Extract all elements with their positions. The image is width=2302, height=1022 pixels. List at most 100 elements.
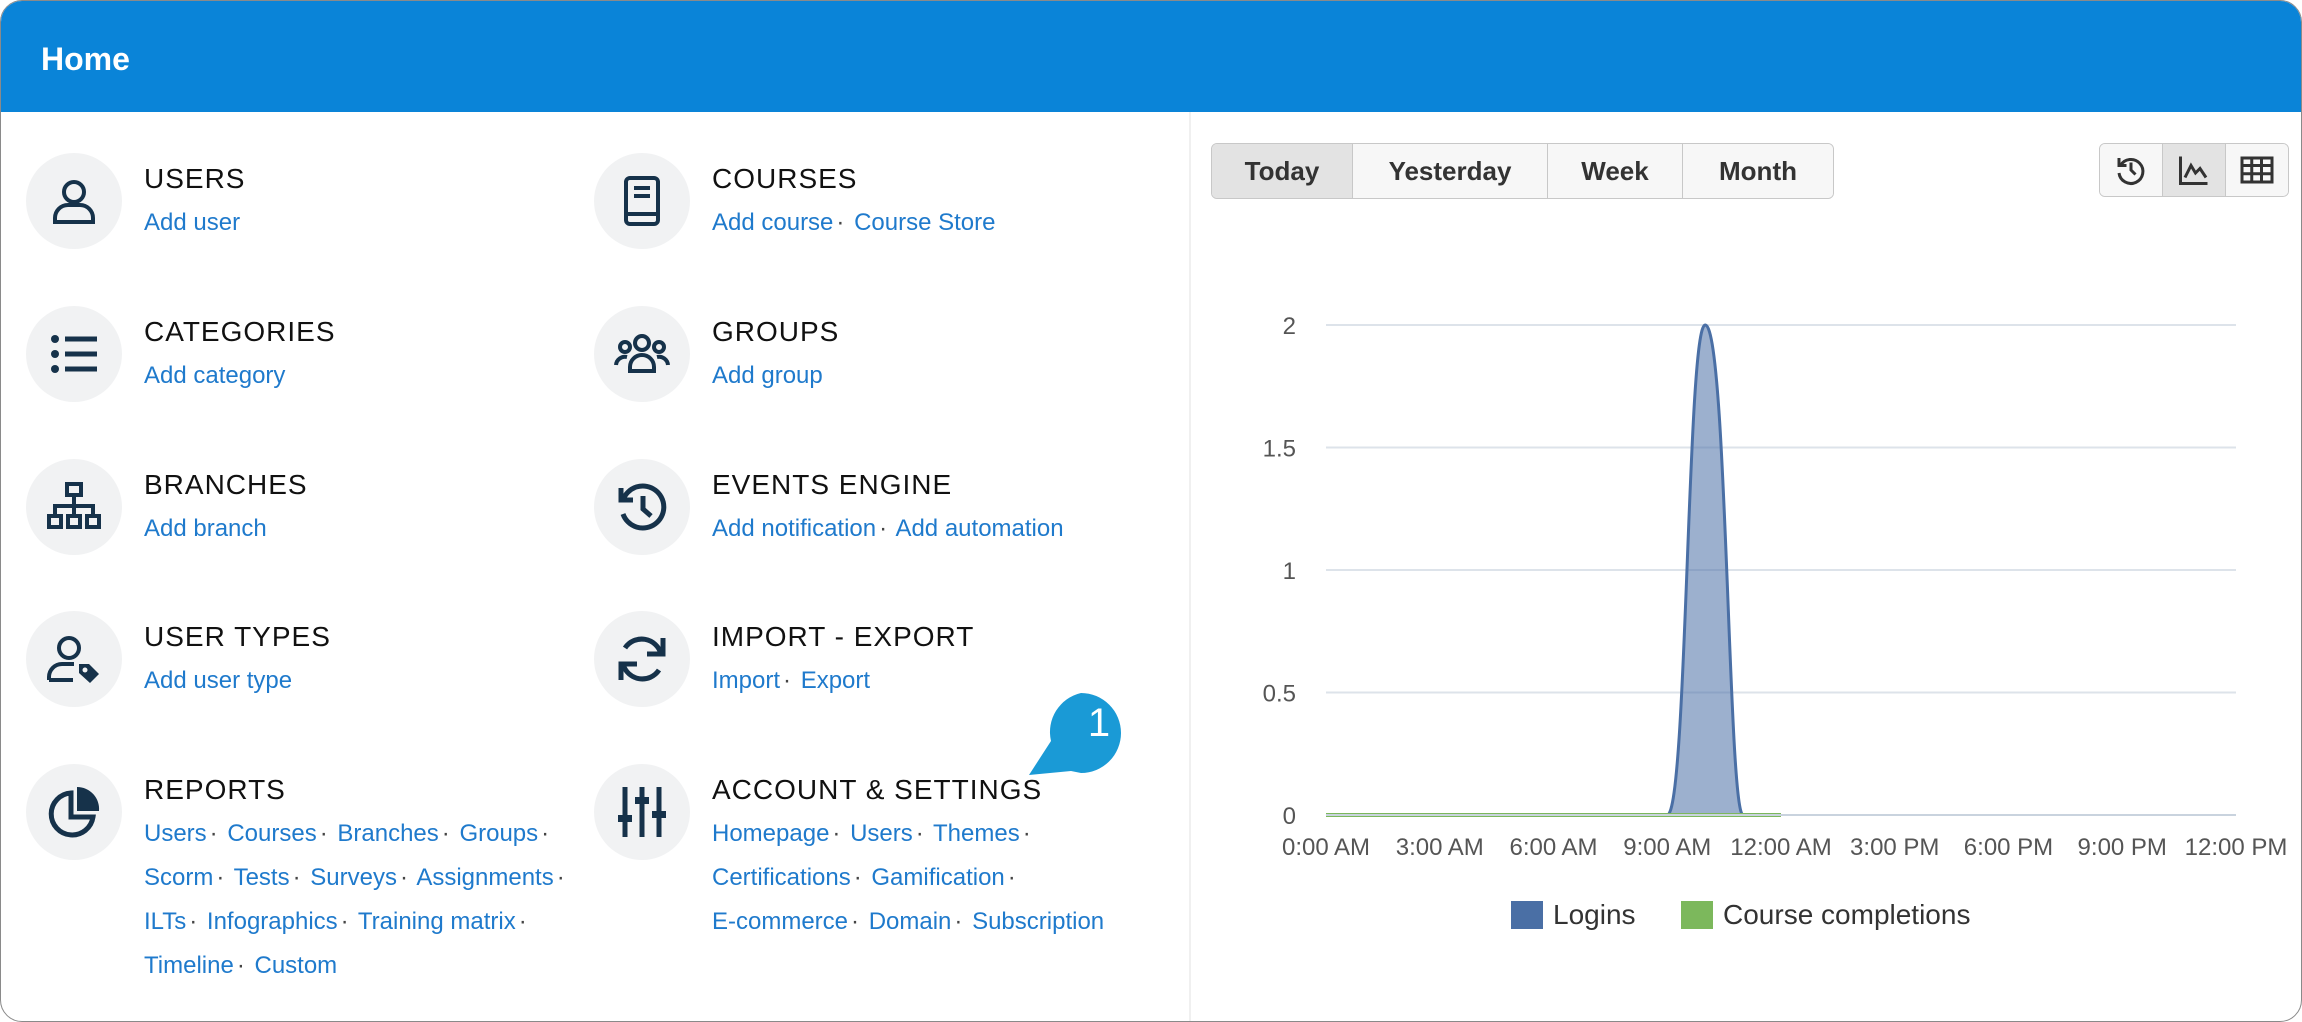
courses-link[interactable]: Add course xyxy=(712,209,833,236)
reports-link[interactable]: Tests xyxy=(234,864,290,891)
users-links: Add user xyxy=(144,201,584,245)
branches-title[interactable]: BRANCHES xyxy=(144,469,308,501)
reports-link[interactable]: Infographics xyxy=(207,908,338,935)
importexport-link[interactable]: Import xyxy=(712,667,780,694)
reports-links: Users · Courses · Branches · Groups · Scorm ·… xyxy=(144,812,584,988)
categories-title[interactable]: CATEGORIES xyxy=(144,316,336,348)
pie-chart-icon xyxy=(48,786,100,838)
categories-link[interactable]: Add category xyxy=(144,362,285,389)
reports-icon-badge[interactable] xyxy=(26,764,122,860)
y-tick-label: 2 xyxy=(1283,313,1296,340)
user-icon xyxy=(53,180,95,224)
sliders-icon xyxy=(618,787,666,837)
reports-link[interactable]: Users xyxy=(144,820,207,847)
events-title[interactable]: EVENTS ENGINE xyxy=(712,469,952,501)
usertypes-title[interactable]: USER TYPES xyxy=(144,621,331,653)
tab-yesterday[interactable]: Yesterday xyxy=(1353,144,1548,198)
link-separator: · xyxy=(518,908,527,935)
x-tick-label: 6:00 PM xyxy=(1964,834,2053,861)
legend-swatch-logins xyxy=(1511,901,1543,929)
events-icon-badge[interactable] xyxy=(594,459,690,555)
table-view-button[interactable] xyxy=(2226,144,2288,196)
link-separator: · xyxy=(556,864,565,891)
callout-number: 1 xyxy=(1087,701,1111,745)
account-icon-badge[interactable] xyxy=(594,764,690,860)
y-tick-label: 1 xyxy=(1283,558,1296,585)
x-tick-label: 3:00 PM xyxy=(1850,834,1939,861)
link-separator: · xyxy=(783,667,792,694)
account-links: Homepage · Users · Themes · Certifications ·… xyxy=(712,812,1152,944)
reports-link[interactable]: Assignments xyxy=(416,864,553,891)
link-separator: · xyxy=(189,908,198,935)
groups-icon-badge[interactable] xyxy=(594,306,690,402)
courses-links: Add course · Course Store xyxy=(712,201,1152,245)
reports-link[interactable]: Training matrix xyxy=(358,908,516,935)
reports-link[interactable]: Surveys xyxy=(310,864,397,891)
tab-today[interactable]: Today xyxy=(1212,144,1353,198)
branches-icon-badge[interactable] xyxy=(26,459,122,555)
x-tick-label: 12:00 AM xyxy=(1730,834,1831,861)
events-link[interactable]: Add automation xyxy=(895,515,1063,542)
reports-title[interactable]: REPORTS xyxy=(144,774,286,806)
view-switcher xyxy=(2099,143,2289,197)
link-separator: · xyxy=(832,820,841,847)
usertypes-icon-badge[interactable] xyxy=(26,611,122,707)
activity-chart: 0 0.5 1 1.5 2 0:00 AM 3:00 AM 6:00 AM 9:00 AM 12:… xyxy=(1263,313,2288,861)
usertypes-links: Add user type xyxy=(144,659,584,703)
account-link[interactable]: Domain xyxy=(869,908,952,935)
groups-link[interactable]: Add group xyxy=(712,362,823,389)
history-icon xyxy=(2117,158,2145,185)
reports-link[interactable]: Courses xyxy=(227,820,316,847)
users-icon-badge[interactable] xyxy=(26,153,122,249)
legend-course-completions[interactable]: Course completions xyxy=(1681,899,1970,931)
events-links: Add notification · Add automation xyxy=(712,507,1152,551)
importexport-icon-badge[interactable] xyxy=(594,611,690,707)
sync-icon xyxy=(618,636,666,682)
users-link[interactable]: Add user xyxy=(144,209,240,236)
history-view-button[interactable] xyxy=(2100,144,2163,196)
chart-view-button[interactable] xyxy=(2163,144,2226,196)
importexport-title[interactable]: IMPORT - EXPORT xyxy=(712,621,974,653)
reports-link[interactable]: Timeline xyxy=(144,952,234,979)
x-tick-label: 6:00 AM xyxy=(1509,834,1597,861)
groups-title[interactable]: GROUPS xyxy=(712,316,839,348)
link-separator: · xyxy=(541,820,550,847)
x-tick-label: 3:00 AM xyxy=(1396,834,1484,861)
user-tag-icon xyxy=(47,636,99,683)
courses-title[interactable]: COURSES xyxy=(712,163,857,195)
events-link[interactable]: Add notification xyxy=(712,515,876,542)
tab-week[interactable]: Week xyxy=(1548,144,1683,198)
account-link[interactable]: E-commerce xyxy=(712,908,848,935)
usertypes-link[interactable]: Add user type xyxy=(144,667,292,694)
account-link[interactable]: Themes xyxy=(933,820,1020,847)
account-link[interactable]: Homepage xyxy=(712,820,829,847)
dashboard-window: Home USERS Add user COURSES Add course · Cou… xyxy=(0,0,2302,1022)
reports-link[interactable]: Branches xyxy=(337,820,438,847)
x-tick-label: 9:00 PM xyxy=(2078,834,2167,861)
link-separator: · xyxy=(851,908,860,935)
users-title[interactable]: USERS xyxy=(144,163,245,195)
reports-link[interactable]: Custom xyxy=(254,952,337,979)
reports-link[interactable]: Scorm xyxy=(144,864,213,891)
reports-link[interactable]: Groups xyxy=(459,820,538,847)
link-separator: · xyxy=(399,864,408,891)
account-title[interactable]: ACCOUNT & SETTINGS xyxy=(712,774,1042,806)
account-link[interactable]: Subscription xyxy=(972,908,1104,935)
y-tick-label: 1.5 xyxy=(1263,436,1296,463)
x-tick-label: 0:00 AM xyxy=(1282,834,1370,861)
reports-link[interactable]: ILTs xyxy=(144,908,186,935)
categories-icon-badge[interactable] xyxy=(26,306,122,402)
branches-link[interactable]: Add branch xyxy=(144,515,267,542)
courses-link[interactable]: Course Store xyxy=(854,209,995,236)
account-link[interactable]: Gamification xyxy=(871,864,1004,891)
importexport-link[interactable]: Export xyxy=(801,667,870,694)
book-icon xyxy=(624,176,660,226)
courses-icon-badge[interactable] xyxy=(594,153,690,249)
account-link[interactable]: Users xyxy=(850,820,913,847)
legend-label-completions: Course completions xyxy=(1723,899,1971,930)
legend-logins[interactable]: Logins xyxy=(1511,899,1636,931)
tab-month[interactable]: Month xyxy=(1683,144,1833,198)
account-link[interactable]: Certifications xyxy=(712,864,851,891)
branches-links: Add branch xyxy=(144,507,584,551)
groups-links: Add group xyxy=(712,354,1152,398)
